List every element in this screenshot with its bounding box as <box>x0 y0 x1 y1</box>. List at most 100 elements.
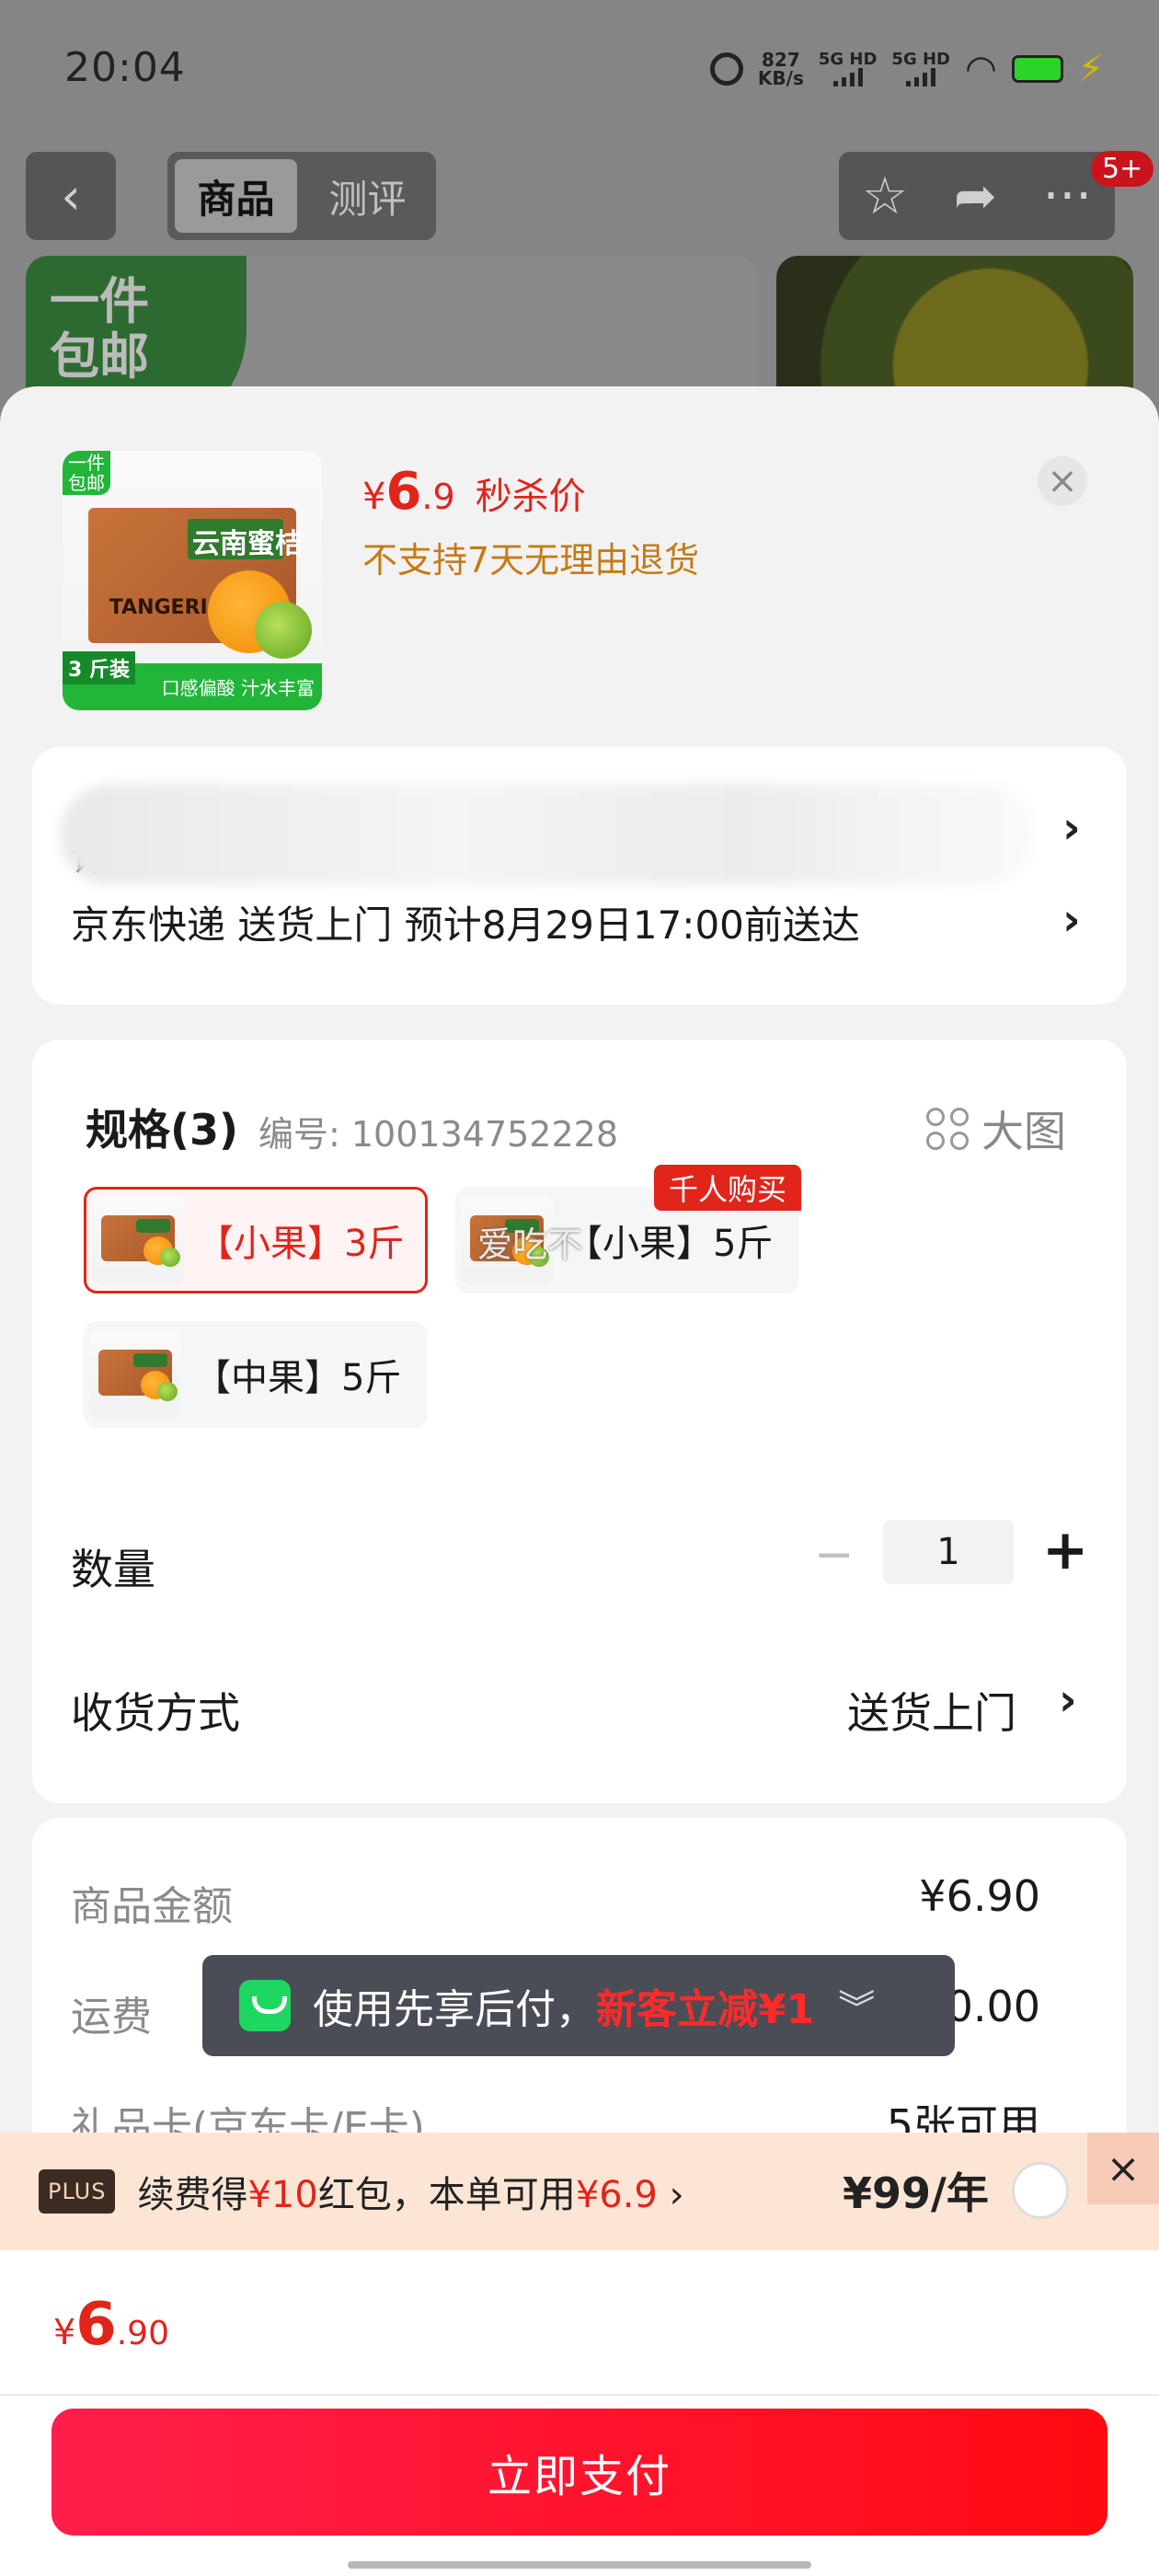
signal-bars-icon <box>891 68 950 86</box>
network-speed: 827 KB/s <box>758 51 804 87</box>
price-tag: 秒杀价 <box>475 476 586 518</box>
more-icon[interactable]: ··· <box>1043 167 1092 226</box>
back-button[interactable]: ‹ <box>26 152 116 240</box>
box-weight: 3 斤装 <box>63 650 135 684</box>
product-thumbnail[interactable]: 云南蜜桔 TANGERI 一件 包邮 口感偏酸 汁水丰富 3 斤装 <box>63 451 322 710</box>
plus-banner[interactable]: PLUS 续费得¥10红包，本单可用¥6.9 › ¥99/年 × <box>0 2133 1159 2250</box>
free-shipping-tag: 一件 包邮 <box>63 451 110 495</box>
network-speed-value: 827 <box>761 49 800 71</box>
minus-icon[interactable]: − <box>814 1527 855 1582</box>
sim1-label: 5G HD <box>818 50 878 69</box>
status-icons: 827 KB/s 5G HD 5G HD ◠ ⚡ <box>709 48 1104 90</box>
chevron-down-icon[interactable]: ︾ <box>838 1979 875 2032</box>
option-thumbnail <box>92 1196 184 1284</box>
fee-label-shipping: 运费 <box>71 1994 152 2041</box>
option-label: 【中果】5斤 <box>194 1357 402 1399</box>
quantity-input[interactable]: 1 <box>883 1520 1014 1584</box>
spec-title: 规格(3) <box>86 1105 239 1155</box>
price-line: ¥ 6 .9 秒杀价 <box>362 462 586 522</box>
signal-bars-icon <box>819 68 878 86</box>
price-decimal: .9 <box>421 477 455 517</box>
spec-option-medium-5jin[interactable]: 【中果】5斤 <box>84 1321 428 1428</box>
spec-option-small-5jin[interactable]: 【小果】5斤 爱吃不 千人购买 <box>455 1165 801 1294</box>
chevron-right-icon[interactable]: › <box>1059 1674 1077 1726</box>
battery-icon <box>1011 55 1063 83</box>
total-price: ¥ 6 .90 <box>53 2291 169 2359</box>
status-time: 20:04 <box>64 44 186 91</box>
lime-image <box>254 601 312 659</box>
price-integer: 6 <box>385 462 422 522</box>
wifi-icon: ◠ <box>965 48 997 90</box>
quantity-label: 数量 <box>71 1545 155 1594</box>
header-actions: ☆ ➦ ··· <box>839 152 1115 240</box>
sim2-label: 5G HD <box>891 50 950 69</box>
pay-now-button[interactable]: 立即支付 <box>52 2409 1107 2536</box>
popular-badge: 千人购买 <box>653 1165 801 1211</box>
price-currency: ¥ <box>362 476 386 518</box>
option-label: 【小果】3斤 <box>197 1223 405 1265</box>
tag-line1: 一件 <box>68 452 105 474</box>
toast-text: 使用先享后付， <box>313 1986 596 2033</box>
spec-code: 编号: 100134752228 <box>258 1114 619 1155</box>
notification-badge: 5+ <box>1091 151 1154 187</box>
promo-text-line1: 一件 <box>50 272 149 330</box>
plus-text-d: ¥6.9 <box>575 2174 658 2216</box>
plus-text-b: ¥10 <box>247 2174 318 2216</box>
charging-icon: ⚡ <box>1077 48 1104 90</box>
plus-radio[interactable] <box>1012 2162 1069 2219</box>
watermark-text: 爱吃不 <box>477 1225 583 1265</box>
close-icon[interactable]: × <box>1087 2133 1159 2204</box>
plus-badge: PLUS <box>39 2169 116 2214</box>
grid-icon <box>926 1108 969 1150</box>
fee-value-shipping: 0.00 <box>946 1982 1040 2031</box>
share-icon[interactable]: ➦ <box>954 167 997 226</box>
divider <box>0 2394 1159 2396</box>
home-indicator[interactable] <box>348 2561 811 2569</box>
close-icon: × <box>1047 460 1078 502</box>
address-redacted <box>60 784 1035 885</box>
chevron-right-icon[interactable]: › <box>1062 802 1081 854</box>
plus-price: ¥99/年 <box>843 2168 989 2218</box>
product-tabs: 商品 测评 <box>167 152 436 240</box>
total-decimal: .90 <box>116 2315 169 2352</box>
plus-text-a: 续费得 <box>137 2174 248 2216</box>
spec-option-small-3jin[interactable]: 【小果】3斤 <box>84 1187 428 1294</box>
box-brand: TANGERI <box>109 595 208 619</box>
plus-icon[interactable]: + <box>1042 1518 1088 1582</box>
receive-method-label: 收货方式 <box>71 1688 240 1738</box>
spec-card: 规格(3) 编号: 100134752228 大图 【小果】3斤 【小果】5斤 … <box>32 1040 1127 1803</box>
footer: ¥ 6 .90 立即支付 <box>0 2250 1159 2576</box>
signal-sim1: 5G HD <box>818 50 878 86</box>
fee-value-goods: ¥6.90 <box>919 1871 1040 1921</box>
plus-text: 续费得¥10红包，本单可用¥6.9 › <box>137 2165 683 2218</box>
promo-text: 一件 包邮 <box>50 274 149 385</box>
pay-later-toast[interactable]: 使用先享后付， 新客立减¥1 ︾ <box>202 1955 955 2056</box>
chevron-right-icon: › <box>669 2174 684 2216</box>
shopping-bag-icon <box>239 1980 291 2031</box>
tag-line2: 包邮 <box>68 472 105 494</box>
network-speed-unit: KB/s <box>757 67 804 89</box>
big-picture-label: 大图 <box>981 1107 1066 1156</box>
tab-review[interactable]: 测评 <box>306 159 429 233</box>
chevron-right-icon[interactable]: › <box>1062 894 1081 946</box>
plus-text-c: 红包，本单可用 <box>317 2174 576 2216</box>
product-box-image: 云南蜜桔 TANGERI 一件 包邮 口感偏酸 汁水丰富 3 斤装 <box>63 451 322 710</box>
total-integer: 6 <box>75 2291 117 2359</box>
option-box-image <box>89 1330 181 1419</box>
receive-method-value[interactable]: 送货上门 <box>847 1680 1016 1741</box>
signal-sim2: 5G HD <box>891 52 950 86</box>
big-picture-button[interactable]: 大图 <box>926 1098 1066 1159</box>
toast-highlight: 新客立减¥1 <box>596 1986 815 2033</box>
background-page: 20:04 827 KB/s 5G HD 5G HD ◠ ⚡ ‹ 商品 测评 ☆ <box>0 0 1159 440</box>
option-label: 【小果】5斤 <box>566 1223 774 1265</box>
option-thumbnail <box>89 1330 181 1419</box>
close-button[interactable]: × <box>1038 456 1087 506</box>
chevron-left-icon: ‹ <box>61 167 81 225</box>
return-policy: 不支持7天无理由退货 <box>362 540 700 581</box>
tab-product[interactable]: 商品 <box>175 159 297 233</box>
total-currency: ¥ <box>53 2312 76 2352</box>
address-card[interactable]: 详 › 京东快递 送货上门 预计8月29日17:00前送达 › <box>32 747 1127 1005</box>
star-icon[interactable]: ☆ <box>862 167 908 226</box>
status-bar: 20:04 827 KB/s 5G HD 5G HD ◠ ⚡ <box>0 0 1159 138</box>
delivery-info: 京东快递 送货上门 预计8月29日17:00前送达 <box>71 903 860 948</box>
